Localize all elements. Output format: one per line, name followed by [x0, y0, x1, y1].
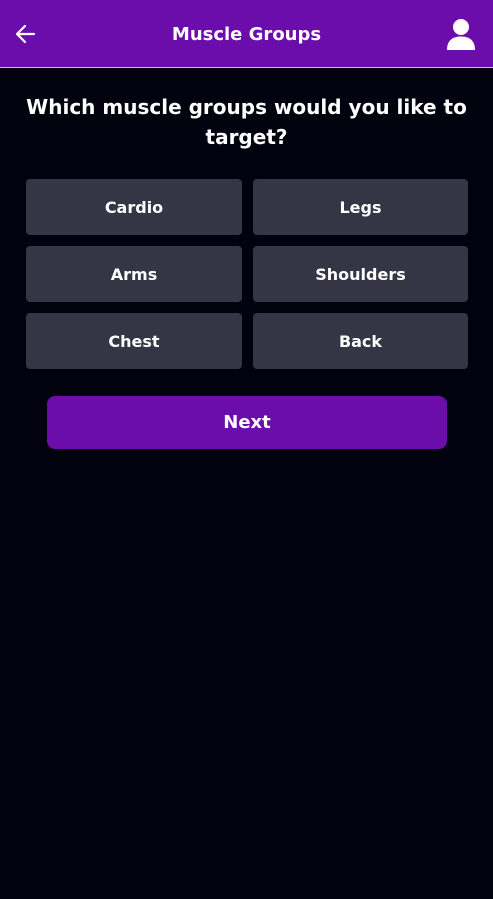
app-bar: Muscle Groups [0, 0, 493, 68]
option-shoulders[interactable]: Shoulders [253, 246, 468, 302]
page-title: Muscle Groups [171, 24, 322, 45]
profile-button[interactable] [446, 18, 476, 50]
option-chest[interactable]: Chest [26, 313, 242, 369]
option-legs[interactable]: Legs [253, 179, 468, 235]
option-cardio[interactable]: Cardio [26, 179, 242, 235]
option-back[interactable]: Back [253, 313, 468, 369]
user-icon [447, 19, 475, 50]
next-button[interactable]: Next [47, 396, 447, 449]
option-arms[interactable]: Arms [26, 246, 242, 302]
question-heading: Which muscle groups would you like to ta… [26, 95, 467, 149]
